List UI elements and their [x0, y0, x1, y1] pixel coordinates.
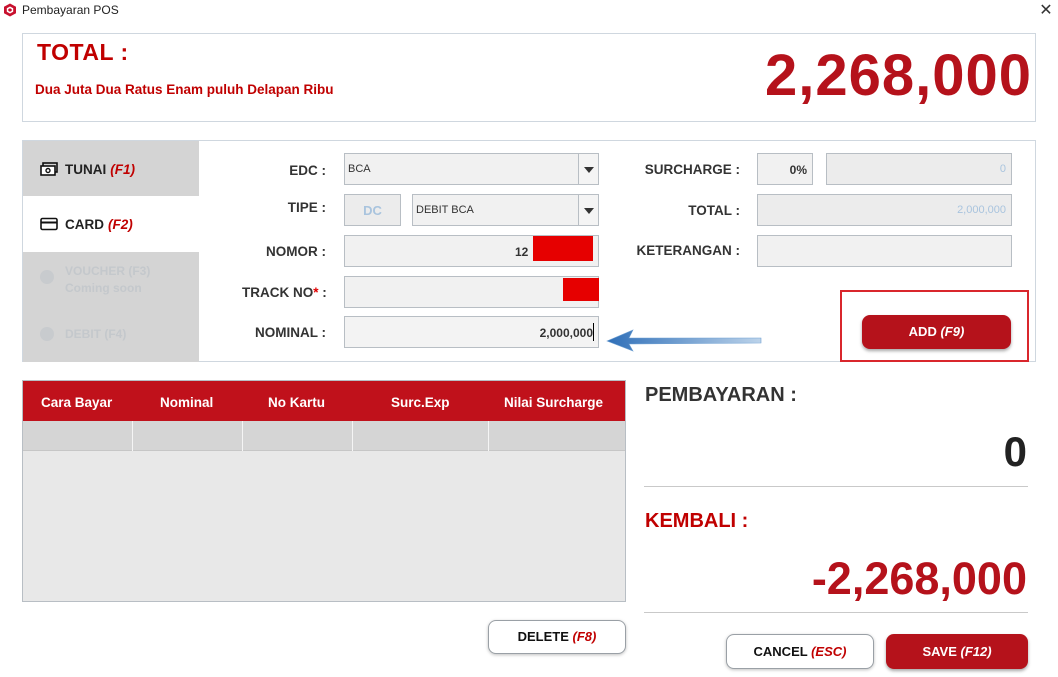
window-title: Pembayaran POS: [22, 3, 119, 17]
card-total-label: TOTAL :: [688, 203, 740, 218]
nominal-label: NOMINAL :: [255, 325, 326, 340]
table-row[interactable]: [23, 421, 625, 451]
keterangan-input[interactable]: [757, 235, 1012, 267]
divider: [644, 486, 1028, 487]
column-nominal: Nominal: [160, 395, 214, 410]
column-no-kartu: No Kartu: [268, 395, 325, 410]
nominal-input[interactable]: 2,000,000: [344, 316, 599, 348]
surcharge-percent: 0%: [789, 163, 807, 177]
divider: [644, 612, 1028, 613]
chevron-down-icon[interactable]: [578, 195, 598, 225]
kembali-label: KEMBALI :: [645, 510, 749, 532]
card-total-value: 2,000,000: [957, 204, 1006, 216]
nomor-value: 12: [515, 245, 529, 259]
tipe-label: TIPE :: [287, 200, 326, 215]
close-icon[interactable]: ✕: [1037, 0, 1055, 20]
edc-value: BCA: [348, 163, 371, 175]
total-panel: TOTAL : Dua Juta Dua Ratus Enam puluh De…: [22, 33, 1036, 122]
surcharge-amount: 0: [999, 163, 1006, 175]
tab-voucher-label: VOUCHER (F3): [65, 264, 151, 278]
card-icon: [40, 217, 58, 231]
voucher-icon: [40, 270, 54, 284]
arrow-left-icon: [606, 329, 762, 352]
tipe-code: DC: [363, 203, 382, 218]
title-bar: Pembayaran POS ✕: [0, 0, 1058, 22]
track-no-input[interactable]: [344, 276, 599, 308]
column-cara-bayar: Cara Bayar: [41, 395, 113, 410]
total-label: TOTAL :: [37, 39, 129, 65]
tab-card-label: CARD (F2): [65, 217, 133, 232]
text-caret: [593, 323, 594, 341]
nominal-value: 2,000,000: [539, 326, 593, 340]
add-button[interactable]: ADD (F9): [862, 315, 1011, 349]
tipe-select[interactable]: DEBIT BCA: [412, 194, 599, 226]
tab-tunai-label: TUNAI (F1): [65, 162, 135, 177]
delete-button[interactable]: DELETE (F8): [488, 620, 626, 654]
card-total-field: 2,000,000: [757, 194, 1012, 226]
total-amount: 2,268,000: [764, 43, 1032, 108]
redacted-track-number: [563, 278, 599, 301]
tab-tunai[interactable]: TUNAI (F1): [23, 141, 199, 196]
surcharge-amount-field: 0: [826, 153, 1012, 185]
payment-method-tabs: TUNAI (F1) CARD (F2) VOUCHER (F3) Coming s…: [23, 141, 199, 362]
chevron-down-icon[interactable]: [578, 154, 598, 184]
tab-voucher-sublabel: Coming soon: [65, 281, 142, 295]
cancel-button[interactable]: CANCEL (ESC): [726, 634, 874, 669]
cash-icon: [40, 162, 58, 176]
tab-card[interactable]: CARD (F2): [23, 196, 199, 252]
save-button[interactable]: SAVE (F12): [886, 634, 1028, 669]
debit-icon: [40, 327, 54, 341]
redacted-card-number: [533, 236, 593, 261]
table-header: Cara Bayar Nominal No Kartu Surc.Exp Nil…: [23, 381, 625, 421]
edc-select[interactable]: BCA: [344, 153, 599, 185]
column-nilai-surcharge: Nilai Surcharge: [504, 395, 604, 410]
tab-debit: DEBIT (F4): [23, 307, 199, 362]
tipe-value: DEBIT BCA: [416, 204, 474, 216]
pembayaran-label: PEMBAYARAN :: [645, 384, 797, 406]
kembali-value: -2,268,000: [811, 553, 1027, 604]
tab-debit-label: DEBIT (F4): [65, 327, 127, 341]
tab-voucher: VOUCHER (F3) Coming soon: [23, 252, 199, 307]
payments-table: Cara Bayar Nominal No Kartu Surc.Exp Nil…: [22, 380, 626, 602]
total-in-words: Dua Juta Dua Ratus Enam puluh Delapan Ri…: [35, 82, 334, 97]
app-logo-icon: [4, 3, 16, 17]
track-no-label: TRACK NO* :: [242, 285, 327, 300]
nomor-label: NOMOR :: [266, 244, 326, 259]
pembayaran-value: 0: [1003, 428, 1027, 475]
column-surc-exp: Surc.Exp: [391, 395, 450, 410]
edc-label: EDC :: [289, 163, 326, 178]
tipe-code-field: DC: [344, 194, 401, 226]
surcharge-label: SURCHARGE :: [644, 162, 740, 177]
keterangan-label: KETERANGAN :: [636, 243, 741, 258]
surcharge-percent-input[interactable]: 0%: [757, 153, 813, 185]
